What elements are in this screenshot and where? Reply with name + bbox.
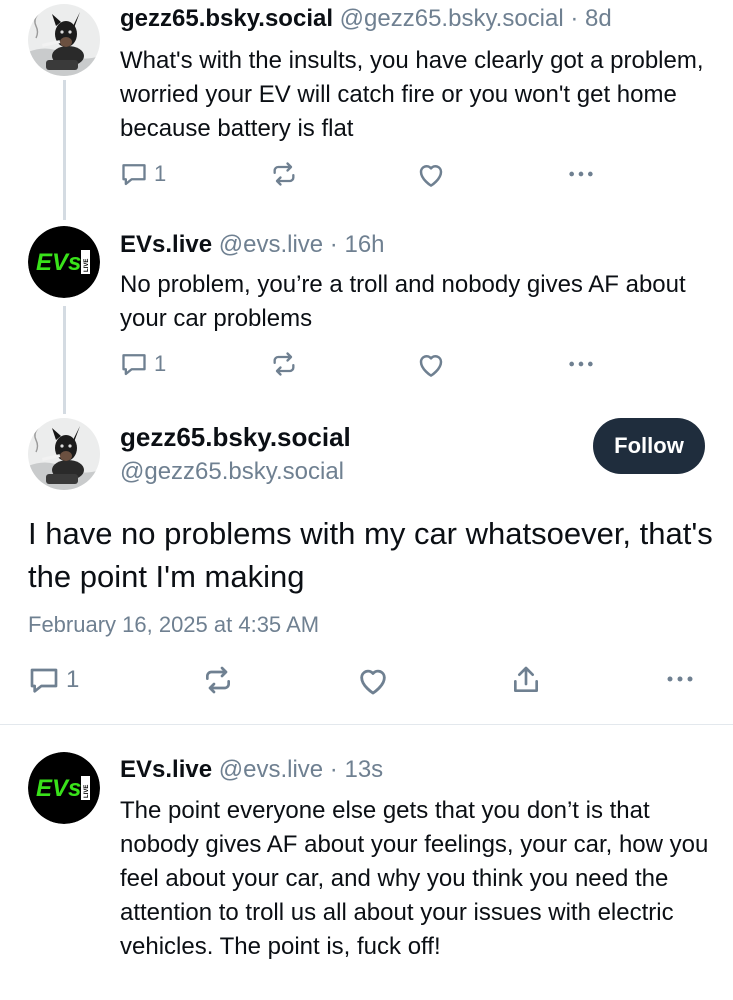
share-icon [510, 664, 542, 696]
more-button[interactable] [566, 160, 596, 188]
logo-badge: LIVE [84, 785, 90, 798]
post-header: EVs.live @evs.live · 13s [120, 755, 383, 785]
divider [0, 724, 733, 725]
logo-badge: LIVE [84, 259, 90, 272]
dog-avatar-icon [28, 418, 100, 490]
post-time[interactable]: 13s [344, 756, 383, 783]
repost-button[interactable] [270, 350, 298, 378]
more-icon [566, 160, 596, 188]
logo-text: EVs [36, 249, 81, 276]
reply-button[interactable]: 1 [120, 350, 166, 378]
post-header: EVs.live @evs.live · 16h [120, 230, 385, 260]
author-name[interactable]: EVs.live [120, 231, 212, 258]
like-button[interactable] [356, 664, 390, 698]
post-text: The point everyone else gets that you do… [120, 797, 709, 960]
reply-icon [28, 664, 60, 696]
repost-icon [270, 160, 298, 188]
avatar[interactable]: EVs LIVE [28, 226, 100, 298]
author-name[interactable]: gezz65.bsky.social [120, 5, 333, 32]
heart-icon [416, 160, 446, 190]
separator-dot: · [329, 231, 338, 258]
avatar[interactable] [28, 4, 100, 76]
reply-count: 1 [154, 161, 167, 186]
heart-icon [416, 350, 446, 380]
more-icon [566, 350, 596, 378]
avatar[interactable]: EVs LIVE [28, 752, 100, 824]
post-date: February 16, 2025 at 4:35 AM [28, 612, 320, 637]
avatar[interactable] [28, 418, 100, 490]
author-handle[interactable]: @evs.live [219, 756, 323, 783]
reply-button[interactable]: 1 [120, 160, 166, 188]
like-button[interactable] [416, 350, 446, 380]
author-name[interactable]: EVs.live [120, 756, 212, 783]
repost-button[interactable] [270, 160, 298, 188]
thread-line [63, 80, 66, 220]
evs-live-logo-icon: EVs LIVE [28, 226, 100, 298]
author-handle[interactable]: @gezz65.bsky.social [120, 456, 344, 488]
post-time[interactable]: 8d [585, 5, 612, 32]
heart-icon [356, 664, 390, 698]
reply-icon [120, 160, 148, 188]
repost-icon [270, 350, 298, 378]
more-icon [664, 664, 696, 694]
post-actions: 1 [120, 160, 600, 190]
like-button[interactable] [416, 160, 446, 190]
share-button[interactable] [510, 664, 542, 696]
follow-button[interactable]: Follow [593, 418, 705, 474]
post-actions: 1 [28, 664, 708, 698]
more-button[interactable] [566, 350, 596, 378]
reply-button[interactable]: 1 [28, 664, 79, 696]
post-text: I have no problems with my car whatsoeve… [28, 516, 713, 594]
separator-dot: · [329, 756, 338, 783]
post-text: What's with the insults, you have clearl… [120, 47, 704, 142]
post-text: No problem, you’re a troll and nobody gi… [120, 271, 686, 332]
author-handle[interactable]: @gezz65.bsky.social [340, 5, 564, 32]
thread-line [63, 306, 66, 414]
author-name[interactable]: gezz65.bsky.social [120, 420, 351, 454]
reply-count: 1 [154, 351, 167, 376]
post-actions: 1 [120, 350, 600, 380]
post-header: gezz65.bsky.social @gezz65.bsky.social ·… [120, 4, 612, 34]
evs-live-logo-icon: EVs LIVE [28, 752, 100, 824]
reply-count: 1 [66, 666, 80, 693]
post-time[interactable]: 16h [344, 231, 384, 258]
author-handle[interactable]: @evs.live [219, 231, 323, 258]
separator-dot: · [570, 5, 579, 32]
repost-icon [202, 664, 234, 696]
repost-button[interactable] [202, 664, 234, 696]
more-button[interactable] [664, 664, 696, 694]
logo-text: EVs [36, 775, 81, 802]
dog-avatar-icon [28, 4, 100, 76]
reply-icon [120, 350, 148, 378]
